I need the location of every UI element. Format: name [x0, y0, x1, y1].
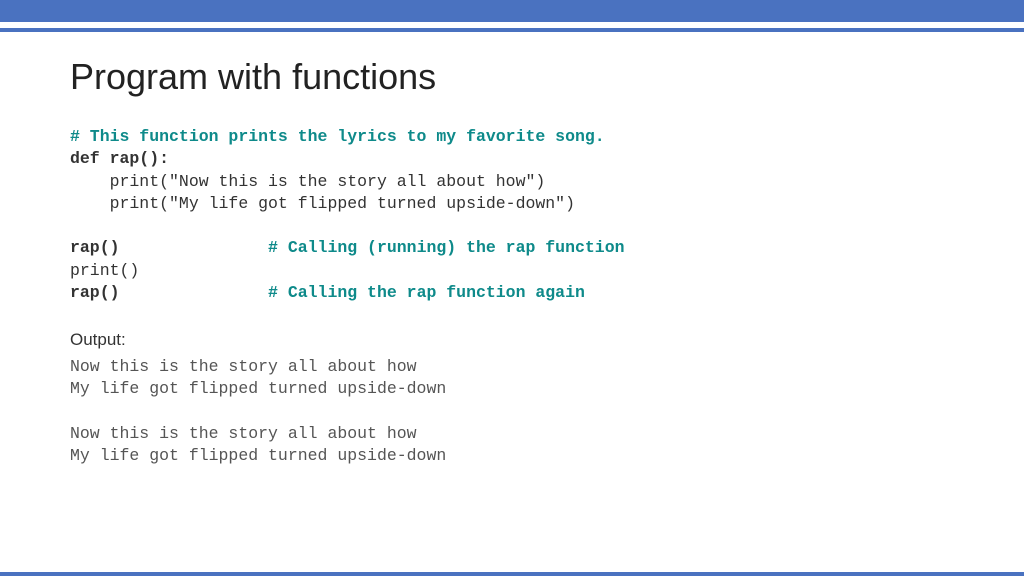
code-comment: # Calling (running) the rap function — [120, 238, 625, 257]
code-line: print("Now this is the story all about h… — [70, 172, 545, 191]
code-comment: # This function prints the lyrics to my … — [70, 127, 605, 146]
code-call: rap() — [70, 238, 120, 257]
code-block: # This function prints the lyrics to my … — [70, 126, 954, 304]
slide-title: Program with functions — [70, 56, 954, 98]
slide-bottom-line — [0, 572, 1024, 576]
output-block: Now this is the story all about how My l… — [70, 356, 954, 467]
output-label: Output: — [70, 330, 954, 350]
code-call: rap() — [70, 283, 120, 302]
code-line: print() — [70, 261, 139, 280]
code-line: print("My life got flipped turned upside… — [70, 194, 575, 213]
code-def: def rap(): — [70, 149, 169, 168]
slide-top-bar — [0, 0, 1024, 22]
code-comment: # Calling the rap function again — [120, 283, 585, 302]
slide-content: Program with functions # This function p… — [0, 32, 1024, 467]
